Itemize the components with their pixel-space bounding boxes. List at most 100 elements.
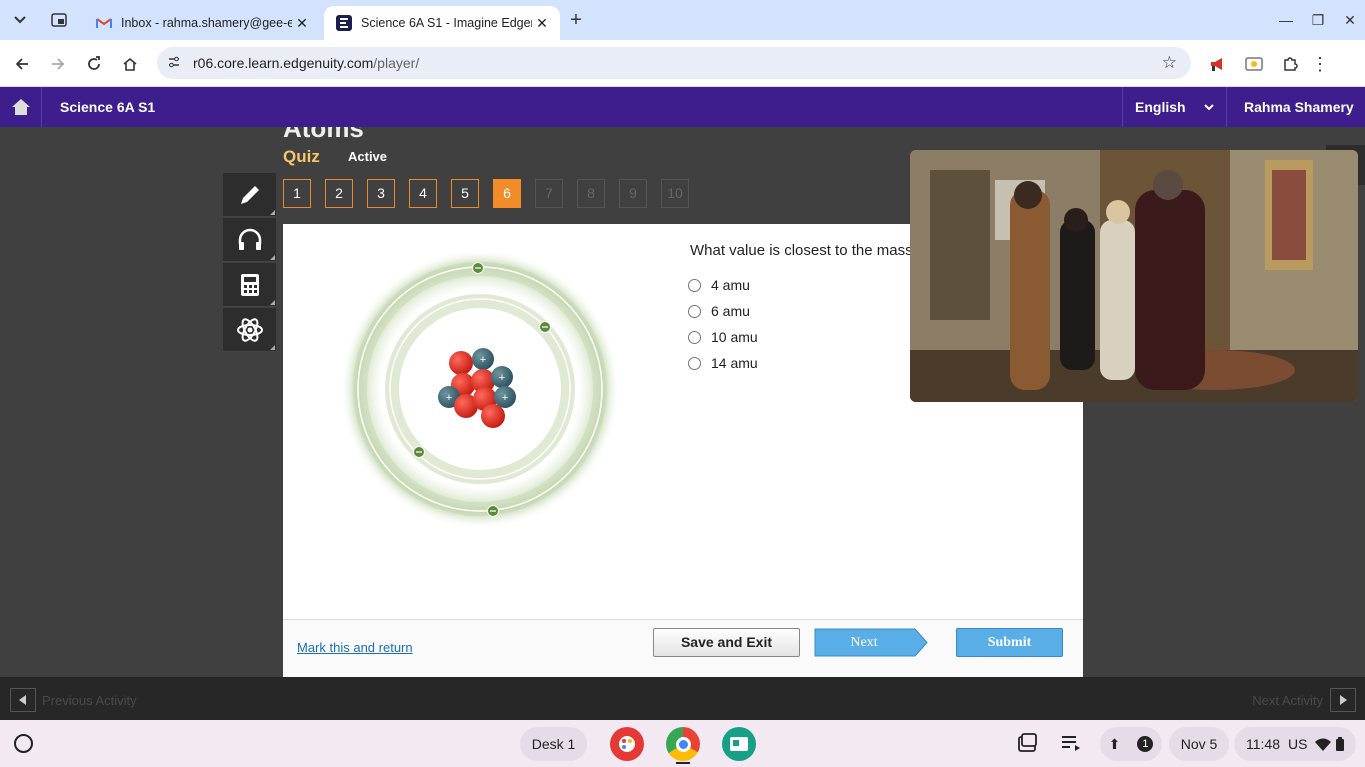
arrow-left-icon — [15, 58, 28, 70]
calculator-tool[interactable] — [223, 263, 276, 307]
question-1-button[interactable]: 1 — [283, 179, 311, 208]
pencil-icon — [240, 185, 259, 204]
question-8-button: 8 — [577, 179, 605, 208]
status-tray[interactable]: 11:48 US — [1234, 727, 1356, 761]
atom-diagram: + + + + — [343, 249, 620, 529]
next-activity-button[interactable] — [1330, 688, 1356, 712]
picture-in-picture-video[interactable] — [910, 150, 1358, 402]
chrome-icon[interactable] — [666, 727, 700, 761]
notification-count: 1 — [1137, 736, 1154, 752]
answer-option-3[interactable]: 10 amu — [688, 329, 758, 345]
answer-radio[interactable] — [688, 356, 701, 370]
tab-gmail[interactable]: Inbox - rahma.shamery@gee-ed ✕ — [84, 6, 320, 40]
answer-radio[interactable] — [688, 278, 701, 292]
mark-and-return-link[interactable]: Mark this and return — [297, 640, 413, 655]
svg-text:+: + — [502, 392, 508, 404]
menu-button[interactable]: ⋮ — [1306, 50, 1334, 78]
answer-label: 10 amu — [711, 329, 758, 345]
next-label: Next — [850, 635, 878, 650]
tab-title: Inbox - rahma.shamery@gee-ed — [121, 16, 292, 30]
question-footer: Mark this and return Save and Exit Next … — [283, 619, 1083, 677]
question-2-button[interactable]: 2 — [325, 179, 353, 208]
notification-tray[interactable]: ⬆ 1 — [1100, 727, 1162, 761]
more-vertical-icon: ⋮ — [1311, 53, 1329, 74]
cast-icon — [1245, 57, 1263, 71]
address-bar[interactable]: r06.core.learn.edgenuity.com/player/ ☆ — [157, 47, 1191, 79]
answer-label: 14 amu — [711, 355, 758, 371]
close-icon[interactable]: ✕ — [292, 15, 312, 32]
extension-button[interactable] — [1204, 50, 1232, 78]
upload-icon: ⬆ — [1108, 735, 1121, 752]
edgenuity-icon — [336, 15, 352, 31]
browser-tab-strip: Inbox - rahma.shamery@gee-ed ✕ Science 6… — [0, 0, 1365, 40]
lesson-title: Atoms — [283, 127, 364, 143]
answer-option-4[interactable]: 14 amu — [688, 355, 758, 371]
atom-icon — [236, 317, 263, 342]
os-shelf: Desk 1 ⬆ 1 Nov 5 11:48 US — [0, 720, 1365, 767]
tab-title: Science 6A S1 - Imagine Edgen — [361, 16, 532, 30]
site-info-icon[interactable] — [167, 55, 181, 72]
date-tray[interactable]: Nov 5 — [1169, 727, 1229, 761]
question-4-button[interactable]: 4 — [409, 179, 437, 208]
tab-edgenuity[interactable]: Science 6A S1 - Imagine Edgen ✕ — [324, 6, 560, 40]
desk-button[interactable]: Desk 1 — [520, 727, 587, 761]
new-tab-button[interactable]: + — [562, 6, 590, 34]
launcher-icon[interactable] — [14, 734, 33, 753]
quiz-status: Active — [348, 149, 388, 164]
reload-button[interactable] — [80, 50, 108, 78]
restore-button[interactable]: ❐ — [1306, 8, 1330, 32]
next-button[interactable]: Next — [814, 628, 928, 657]
submit-button[interactable]: Submit — [956, 628, 1063, 657]
home-button[interactable] — [116, 50, 144, 78]
user-menu[interactable]: Rahma Shamery — [1226, 87, 1365, 127]
tab-groups-button[interactable] — [45, 6, 73, 34]
question-6-button[interactable]: 6 — [493, 179, 521, 208]
headphones-icon — [238, 228, 261, 250]
holding-space-icon[interactable] — [1016, 732, 1040, 756]
classroom-app-icon[interactable] — [722, 727, 756, 761]
question-9-button: 9 — [619, 179, 647, 208]
gmail-icon — [96, 15, 112, 31]
activity-nav-bar: Previous Activity Next Activity — [0, 677, 1365, 720]
reload-icon — [88, 56, 100, 70]
answer-option-1[interactable]: 4 amu — [688, 277, 750, 293]
answer-option-2[interactable]: 6 amu — [688, 303, 750, 319]
question-3-button[interactable]: 3 — [367, 179, 395, 208]
previous-activity-button[interactable] — [10, 688, 36, 712]
media-controls-icon[interactable] — [1060, 732, 1084, 756]
save-exit-button[interactable]: Save and Exit — [653, 628, 800, 657]
svg-text:+: + — [446, 392, 452, 404]
audio-tool[interactable] — [223, 218, 276, 262]
close-window-button[interactable]: ✕ — [1338, 8, 1362, 32]
triangle-left-icon — [19, 695, 26, 705]
close-icon[interactable]: ✕ — [532, 15, 552, 32]
megaphone-icon — [1211, 58, 1222, 71]
chevron-down-icon — [14, 16, 26, 24]
bookmark-star-icon[interactable]: ☆ — [1162, 53, 1177, 73]
forward-button[interactable] — [44, 50, 72, 78]
previous-activity-label: Previous Activity — [42, 693, 137, 708]
answer-radio[interactable] — [688, 304, 701, 318]
question-5-button[interactable]: 5 — [451, 179, 479, 208]
browser-toolbar: r06.core.learn.edgenuity.com/player/ ☆ ⋮ — [0, 40, 1365, 87]
active-app-indicator — [676, 762, 690, 764]
tab-search-button[interactable] — [6, 6, 34, 34]
extensions-button[interactable] — [1276, 50, 1304, 78]
answer-radio[interactable] — [688, 330, 701, 344]
quiz-label: Quiz — [283, 147, 320, 166]
periodic-table-tool[interactable] — [223, 308, 276, 352]
next-activity-label: Next Activity — [1252, 693, 1323, 708]
cast-button[interactable] — [1240, 50, 1268, 78]
home-button[interactable] — [0, 87, 42, 127]
window-icon — [51, 13, 67, 27]
question-10-button: 10 — [661, 179, 689, 208]
minimize-button[interactable]: — — [1274, 8, 1298, 32]
pencil-tool[interactable] — [223, 173, 276, 217]
chevron-down-icon — [1204, 103, 1214, 110]
home-icon — [11, 99, 30, 115]
language-label: English — [1135, 99, 1186, 115]
paint-app-icon[interactable] — [610, 727, 644, 761]
puzzle-icon — [1284, 57, 1298, 71]
back-button[interactable] — [8, 50, 36, 78]
language-select[interactable]: English — [1122, 87, 1226, 127]
